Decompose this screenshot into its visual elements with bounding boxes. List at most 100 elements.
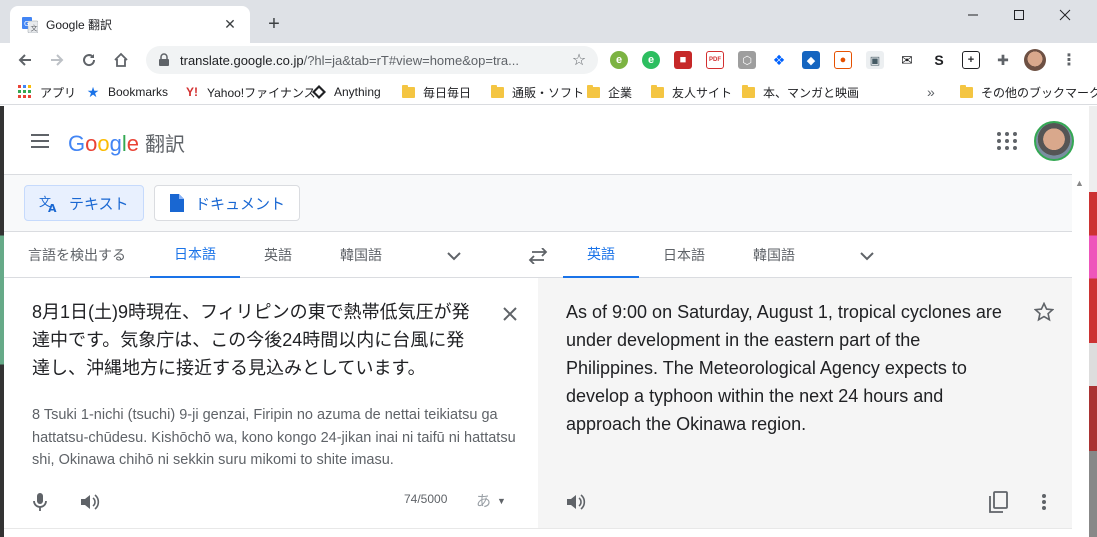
microphone-icon[interactable] <box>28 490 52 514</box>
source-lang-more-chevron-down-icon[interactable] <box>442 244 466 268</box>
swap-languages-icon[interactable] <box>526 244 550 268</box>
svg-text:A: A <box>48 202 57 213</box>
account-avatar[interactable] <box>1034 121 1074 161</box>
bookmark-other-bookmarks[interactable]: その他のブックマーク <box>959 83 1097 101</box>
bookmark-anything[interactable]: Anything <box>312 83 381 101</box>
extension-pdf-icon[interactable]: PDF <box>706 51 724 69</box>
bookmarks-bar: アプリ ★ Bookmarks Y! Yahoo!ファイナンス Anything… <box>0 77 1097 105</box>
extension-image-icon[interactable]: ▣ <box>866 51 884 69</box>
app-header: Google 翻訳 <box>4 106 1074 175</box>
bookmark-apps[interactable]: アプリ <box>18 83 76 101</box>
target-lang-japanese[interactable]: 日本語 <box>639 232 729 278</box>
bookmark-label: その他のブックマーク <box>981 85 1097 100</box>
extension-red-book-icon[interactable]: ■ <box>674 51 692 69</box>
svg-text:文: 文 <box>31 23 38 32</box>
translate-icon: 文A <box>39 193 59 213</box>
home-icon[interactable] <box>108 47 134 73</box>
mail-icon[interactable]: ✉ <box>898 51 916 69</box>
tab-strip: G文 Google 翻訳 ✕ + <box>0 0 1097 43</box>
target-lang-more-chevron-down-icon[interactable] <box>855 244 879 268</box>
folder-icon <box>586 84 600 99</box>
dropbox-icon[interactable]: ❖ <box>770 51 788 69</box>
background-window-edge <box>1089 106 1097 537</box>
extension-evernote-icon[interactable]: e <box>642 51 660 69</box>
target-lang-english[interactable]: 英語 <box>563 232 639 278</box>
address-bar[interactable]: translate.google.co.jp/?hl=ja&tab=rT#vie… <box>146 46 598 74</box>
bookmark-label: Yahoo!ファイナンス <box>207 85 316 100</box>
source-lang-japanese[interactable]: 日本語 <box>150 232 240 278</box>
translation-output: As of 9:00 on Saturday, August 1, tropic… <box>566 302 1002 434</box>
browser-tab-google-translate[interactable]: G文 Google 翻訳 ✕ <box>10 6 250 43</box>
bookmark-star-icon[interactable]: ☆ <box>570 50 588 70</box>
folder-icon <box>490 84 504 99</box>
google-translate-logo[interactable]: Google 翻訳 <box>68 128 185 157</box>
extension-blue-icon[interactable]: ◆ <box>802 51 820 69</box>
profile-avatar[interactable] <box>1024 49 1046 71</box>
browser-toolbar: translate.google.co.jp/?hl=ja&tab=rT#vie… <box>0 43 1097 77</box>
bookmark-folder-shopping[interactable]: 通販・ソフト <box>490 83 584 101</box>
new-tab-icon[interactable]: + <box>262 12 286 36</box>
bookmark-label: 毎日毎日 <box>423 85 472 100</box>
tab-title: Google 翻訳 <box>46 18 113 32</box>
browser-menu-icon[interactable]: ⋮ <box>1060 51 1078 69</box>
bookmark-yahoo-finance[interactable]: Y! Yahoo!ファイナンス <box>185 83 316 101</box>
source-lang-detect[interactable]: 言語を検出する <box>4 232 150 278</box>
yahoo-icon: Y! <box>186 85 198 99</box>
url-path: /?hl=ja&tab=rT#view=home&op=tra... <box>303 52 519 68</box>
scroll-up-arrow-icon[interactable]: ▲ <box>1075 178 1084 188</box>
forward-icon[interactable] <box>44 47 70 73</box>
target-lang-korean[interactable]: 韓国語 <box>729 232 819 278</box>
source-listen-speaker-icon[interactable] <box>78 490 102 514</box>
product-name: 翻訳 <box>145 134 186 156</box>
source-text-input[interactable]: 8月1日(土)9時現在、フィリピンの東で熱帯低気圧が発達中です。気象庁は、この今… <box>32 298 472 382</box>
panel-divider <box>4 528 1072 537</box>
text-mode-button[interactable]: 文A テキスト <box>24 185 144 221</box>
reload-icon[interactable] <box>76 47 102 73</box>
ime-mode-label: あ <box>476 493 492 510</box>
source-lang-english[interactable]: 英語 <box>240 232 316 278</box>
back-icon[interactable] <box>12 47 38 73</box>
bookmark-folder-friends[interactable]: 友人サイト <box>650 83 732 101</box>
document-mode-label: ドキュメント <box>195 195 286 213</box>
source-romanization: 8 Tsuki 1-nichi (tsuchi) 9-ji genzai, Fi… <box>32 407 516 468</box>
bookmark-folder-daily[interactable]: 毎日毎日 <box>401 83 471 101</box>
bookmark-label: 通販・ソフト <box>512 85 585 100</box>
input-tools-selector[interactable]: あ ▼ <box>476 490 506 511</box>
folder-icon <box>401 84 415 99</box>
extension-s-icon[interactable]: S <box>930 51 948 69</box>
folder-icon <box>959 84 973 99</box>
language-bar: 言語を検出する 日本語 英語 韓国語 英語 日本語 韓国語 <box>4 232 1072 278</box>
svg-text:G: G <box>24 20 29 28</box>
document-mode-button[interactable]: ドキュメント <box>154 185 301 221</box>
minimize-icon[interactable] <box>950 2 996 28</box>
bookmark-bookmarks[interactable]: ★ Bookmarks <box>86 83 168 101</box>
bookmark-folder-books[interactable]: 本、マンガと映画 <box>741 83 859 101</box>
extension-plus-icon[interactable]: + <box>962 51 980 69</box>
window-close-icon[interactable] <box>1042 2 1088 28</box>
extensions-puzzle-icon[interactable]: ✚ <box>994 51 1012 69</box>
extension-orange-icon[interactable]: ● <box>834 51 852 69</box>
bookmark-label: Anything <box>334 85 381 99</box>
maximize-icon[interactable] <box>996 2 1042 28</box>
lock-icon[interactable] <box>154 53 174 67</box>
character-counter: 74/5000 <box>404 492 448 506</box>
document-icon <box>169 193 185 213</box>
google-apps-icon[interactable] <box>994 129 1018 153</box>
save-translation-star-icon[interactable] <box>1032 300 1056 324</box>
folder-icon <box>741 84 755 99</box>
extension-evernote-web-clipper-icon[interactable]: e <box>610 51 628 69</box>
tab-close-icon[interactable]: ✕ <box>222 16 238 33</box>
extension-hex-icon[interactable]: ⬡ <box>738 51 756 69</box>
bookmarks-overflow-button[interactable]: » <box>927 83 935 101</box>
translation-listen-speaker-icon[interactable] <box>564 490 588 514</box>
main-menu-icon[interactable] <box>28 129 52 153</box>
bookmark-folder-companies[interactable]: 企業 <box>586 83 632 101</box>
clear-source-close-icon[interactable] <box>498 302 522 326</box>
source-lang-korean[interactable]: 韓国語 <box>316 232 406 278</box>
url-host: translate.google.co.jp <box>180 52 304 68</box>
more-options-icon[interactable] <box>1032 490 1056 514</box>
mode-selector: 文A テキスト ドキュメント <box>4 175 1072 232</box>
copy-translation-icon[interactable] <box>986 490 1010 514</box>
page: Google 翻訳 文A テキスト ドキュメント ▲ 言語を検出する 日本語 英… <box>0 106 1097 537</box>
caret-down-icon: ▼ <box>497 495 506 506</box>
